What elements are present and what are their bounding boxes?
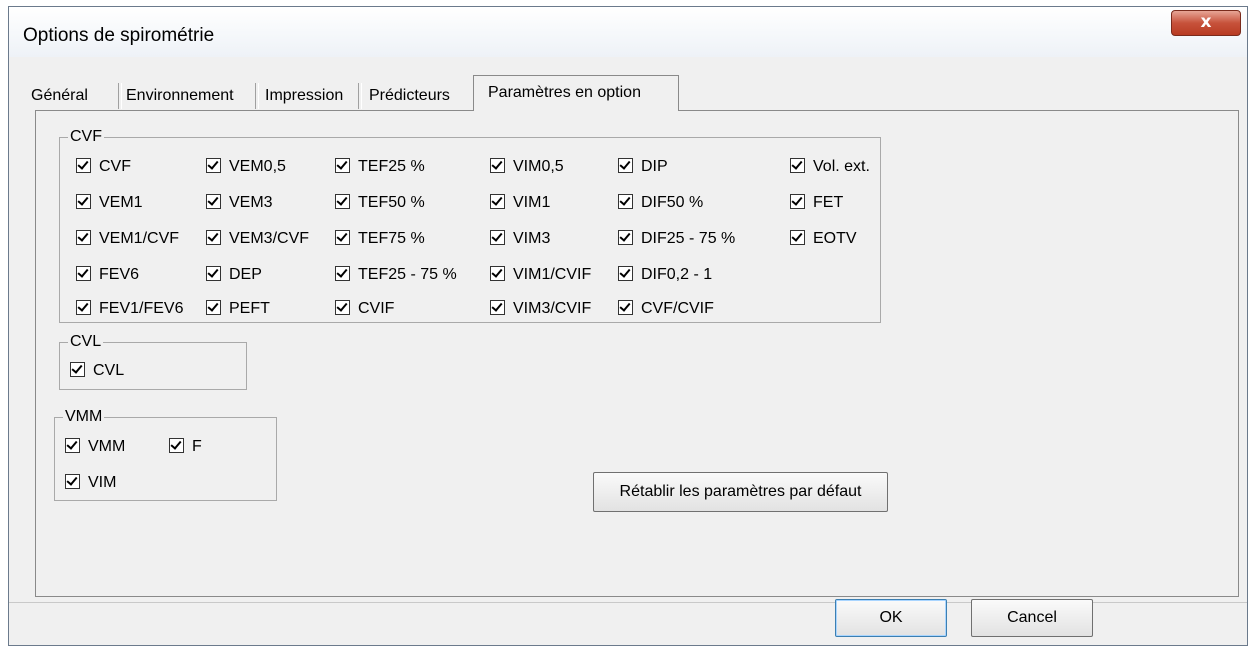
checkbox-cvif[interactable]: CVIF bbox=[335, 298, 394, 320]
checkbox-fet[interactable]: FET bbox=[790, 192, 843, 214]
checkbox-vem1-cvf[interactable]: VEM1/CVF bbox=[76, 228, 179, 250]
checkbox-cvf-cvif[interactable]: CVF/CVIF bbox=[618, 298, 714, 320]
checkbox-checked-icon bbox=[790, 158, 805, 173]
checkbox-checked-icon bbox=[65, 474, 80, 489]
cvl-group-legend: CVL bbox=[68, 332, 104, 352]
checkbox-checked-icon bbox=[65, 438, 80, 453]
checkbox-vim0-5[interactable]: VIM0,5 bbox=[490, 156, 564, 178]
checkbox-cvf[interactable]: CVF bbox=[76, 156, 131, 178]
checkbox-fev6[interactable]: FEV6 bbox=[76, 264, 139, 286]
checkbox-checked-icon bbox=[206, 158, 221, 173]
checkbox-checked-icon bbox=[206, 194, 221, 209]
checkbox-checked-icon bbox=[76, 266, 91, 281]
window-title: Options de spirométrie bbox=[23, 25, 215, 46]
checkbox-dif0-2-1[interactable]: DIF0,2 - 1 bbox=[618, 264, 712, 286]
checkbox-checked-icon bbox=[490, 230, 505, 245]
vmm-group-legend: VMM bbox=[63, 407, 105, 427]
tab-separator bbox=[118, 83, 122, 109]
checkbox-dep[interactable]: DEP bbox=[206, 264, 262, 286]
checkbox-peft[interactable]: PEFT bbox=[206, 298, 270, 320]
checkbox-vem0-5[interactable]: VEM0,5 bbox=[206, 156, 286, 178]
checkbox-vem3-cvf[interactable]: VEM3/CVF bbox=[206, 228, 309, 250]
checkbox-checked-icon bbox=[490, 300, 505, 315]
checkbox-checked-icon bbox=[206, 300, 221, 315]
checkbox-cvl[interactable]: CVL bbox=[70, 360, 124, 382]
checkbox-checked-icon bbox=[618, 230, 633, 245]
checkbox-vem1[interactable]: VEM1 bbox=[76, 192, 143, 214]
checkbox-vim1[interactable]: VIM1 bbox=[490, 192, 550, 214]
checkbox-vim3-cvif[interactable]: VIM3/CVIF bbox=[490, 298, 591, 320]
checkbox-checked-icon bbox=[206, 266, 221, 281]
checkbox-checked-icon bbox=[76, 230, 91, 245]
checkbox-checked-icon bbox=[169, 438, 184, 453]
checkbox-f[interactable]: F bbox=[169, 436, 202, 458]
checkbox-vol-ext[interactable]: Vol. ext. bbox=[790, 156, 870, 178]
checkbox-checked-icon bbox=[76, 300, 91, 315]
checkbox-checked-icon bbox=[618, 194, 633, 209]
checkbox-checked-icon bbox=[76, 194, 91, 209]
checkbox-vem3[interactable]: VEM3 bbox=[206, 192, 273, 214]
checkbox-checked-icon bbox=[70, 362, 85, 377]
checkbox-checked-icon bbox=[490, 158, 505, 173]
checkbox-vmm[interactable]: VMM bbox=[65, 436, 125, 458]
title-bar: Options de spirométrie x bbox=[9, 7, 1247, 57]
tab-separator bbox=[358, 83, 362, 109]
checkbox-checked-icon bbox=[490, 194, 505, 209]
tab-parametres-en-option[interactable]: Paramètres en option bbox=[473, 75, 679, 111]
checkbox-checked-icon bbox=[790, 230, 805, 245]
vmm-group: VMM VMM F VIM bbox=[54, 407, 277, 501]
checkbox-vim[interactable]: VIM bbox=[65, 472, 116, 494]
checkbox-dif25-75[interactable]: DIF25 - 75 % bbox=[618, 228, 735, 250]
checkbox-tef75[interactable]: TEF75 % bbox=[335, 228, 425, 250]
close-icon[interactable]: x bbox=[1171, 10, 1241, 36]
cancel-button[interactable]: Cancel bbox=[971, 599, 1093, 637]
checkbox-checked-icon bbox=[335, 266, 350, 281]
checkbox-checked-icon bbox=[618, 158, 633, 173]
checkbox-tef50[interactable]: TEF50 % bbox=[335, 192, 425, 214]
checkbox-vim1-cvif[interactable]: VIM1/CVIF bbox=[490, 264, 591, 286]
tab-impression[interactable]: Impression bbox=[265, 81, 343, 111]
tab-separator bbox=[255, 83, 259, 109]
checkbox-checked-icon bbox=[618, 300, 633, 315]
checkbox-checked-icon bbox=[490, 266, 505, 281]
checkbox-checked-icon bbox=[790, 194, 805, 209]
checkbox-checked-icon bbox=[335, 300, 350, 315]
checkbox-checked-icon bbox=[335, 230, 350, 245]
checkbox-tef25[interactable]: TEF25 % bbox=[335, 156, 425, 178]
checkbox-dip[interactable]: DIP bbox=[618, 156, 668, 178]
checkbox-checked-icon bbox=[206, 230, 221, 245]
ok-button[interactable]: OK bbox=[835, 599, 947, 637]
tab-environnement[interactable]: Environnement bbox=[126, 81, 234, 111]
cvf-group: CVF CVF VEM1 VEM1/CVF FEV6 FEV1/FEV6 VEM… bbox=[59, 127, 881, 323]
tab-general[interactable]: Général bbox=[31, 81, 88, 111]
checkbox-checked-icon bbox=[76, 158, 91, 173]
checkbox-checked-icon bbox=[618, 266, 633, 281]
checkbox-dif50[interactable]: DIF50 % bbox=[618, 192, 703, 214]
checkbox-checked-icon bbox=[335, 158, 350, 173]
checkbox-vim3[interactable]: VIM3 bbox=[490, 228, 550, 250]
options-dialog: Options de spirométrie x Général Environ… bbox=[8, 6, 1248, 646]
cvl-group: CVL CVL bbox=[59, 332, 247, 390]
checkbox-fev1-fev6[interactable]: FEV1/FEV6 bbox=[76, 298, 183, 320]
checkbox-checked-icon bbox=[335, 194, 350, 209]
checkbox-eotv[interactable]: EOTV bbox=[790, 228, 857, 250]
checkbox-tef25-75[interactable]: TEF25 - 75 % bbox=[335, 264, 457, 286]
tab-predicteurs[interactable]: Prédicteurs bbox=[369, 81, 450, 111]
reset-defaults-button[interactable]: Rétablir les paramètres par défaut bbox=[593, 472, 888, 512]
cvf-group-legend: CVF bbox=[68, 127, 104, 147]
